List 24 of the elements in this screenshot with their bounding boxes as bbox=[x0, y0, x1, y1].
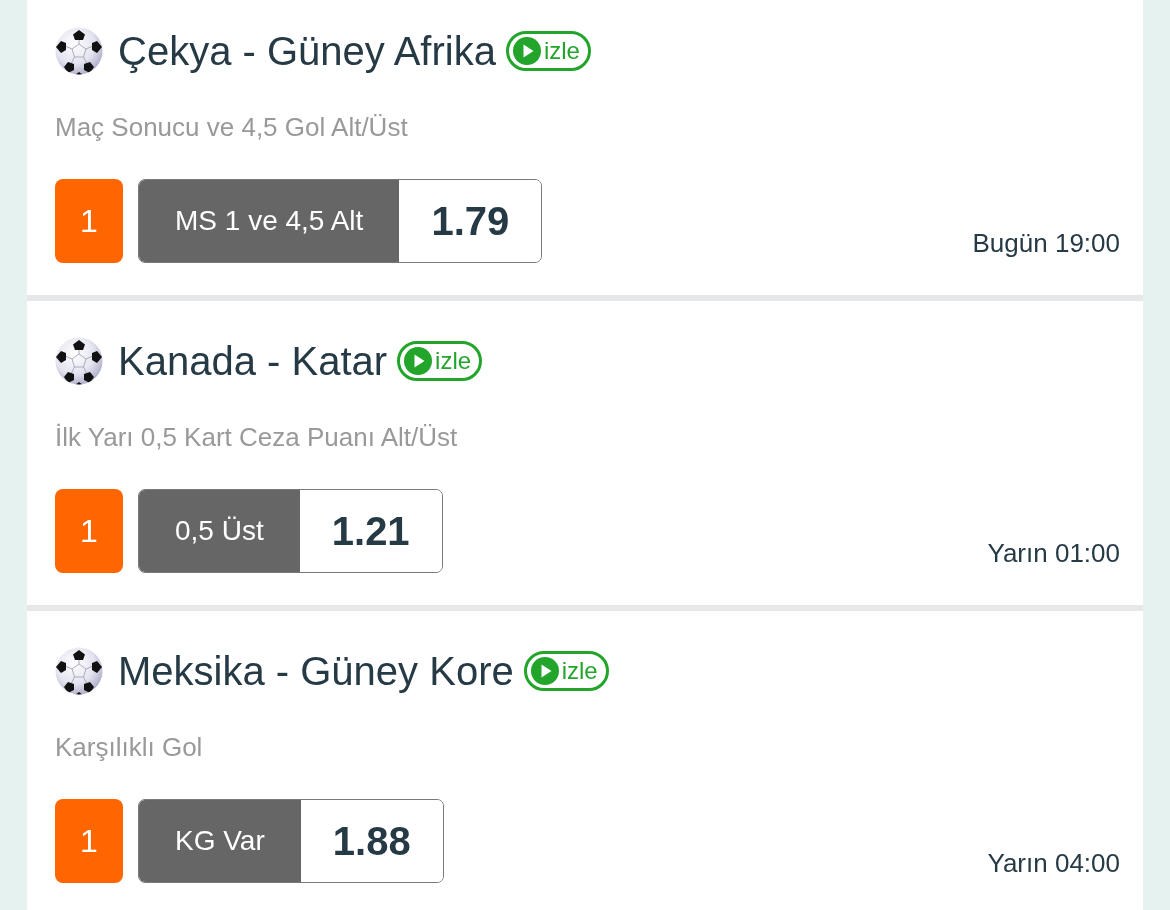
bet-selection[interactable]: KG Var 1.88 bbox=[138, 799, 444, 883]
pick-number: 1 bbox=[55, 799, 123, 883]
match-title: Meksika - Güney Kore bbox=[118, 648, 514, 695]
selection-label: 0,5 Üst bbox=[139, 490, 300, 572]
play-icon bbox=[512, 37, 541, 65]
market-name: Karşılıklı Gol bbox=[55, 731, 203, 764]
soccer-ball-icon bbox=[55, 27, 103, 75]
match-title: Çekya - Güney Afrika bbox=[118, 28, 496, 75]
selection-label: KG Var bbox=[139, 800, 301, 882]
pick-number: 1 bbox=[55, 489, 123, 573]
market-name: İlk Yarı 0,5 Kart Ceza Puanı Alt/Üst bbox=[55, 421, 458, 454]
play-icon bbox=[404, 347, 433, 375]
match-time: Bugün 19:00 bbox=[972, 227, 1120, 259]
play-icon bbox=[530, 657, 559, 685]
bet-selection[interactable]: 0,5 Üst 1.21 bbox=[138, 489, 443, 573]
match-time: Yarın 04:00 bbox=[987, 847, 1120, 879]
soccer-ball-icon bbox=[55, 337, 103, 385]
match-title: Kanada - Katar bbox=[118, 338, 388, 385]
pick-number: 1 bbox=[55, 179, 123, 263]
market-name: Maç Sonucu ve 4,5 Gol Alt/Üst bbox=[55, 111, 408, 144]
bet-selection[interactable]: MS 1 ve 4,5 Alt 1.79 bbox=[138, 179, 543, 263]
soccer-ball-icon bbox=[55, 647, 103, 695]
match-time: Yarın 01:00 bbox=[987, 537, 1120, 569]
selection-label: MS 1 ve 4,5 Alt bbox=[139, 180, 400, 262]
